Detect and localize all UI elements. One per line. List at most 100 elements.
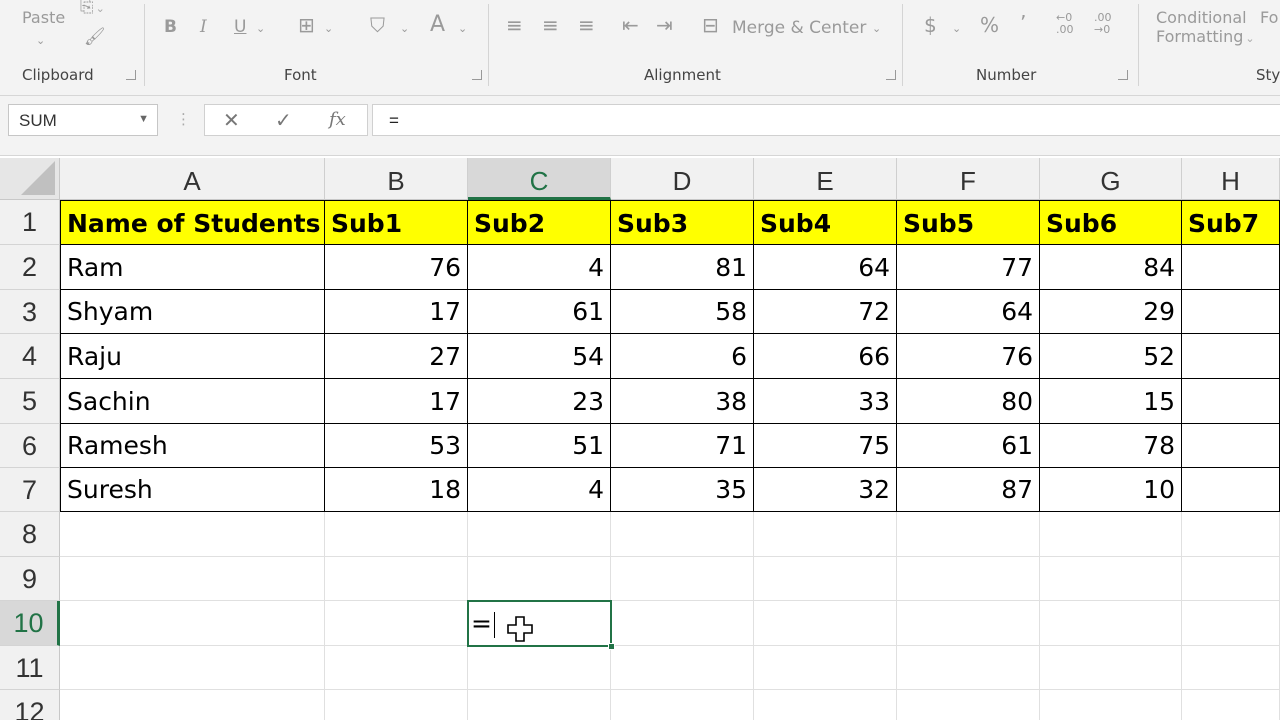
row-header-9[interactable]: 9	[0, 557, 60, 601]
percent-button[interactable]: %	[980, 14, 999, 36]
cell-d3[interactable]: 58	[611, 290, 754, 334]
cell-c2[interactable]: 4	[468, 245, 611, 290]
active-cell-editor[interactable]: =	[467, 600, 615, 650]
underline-dropdown-icon[interactable]: ⌄	[256, 18, 265, 40]
cell-h3[interactable]	[1182, 290, 1280, 334]
cell-c9[interactable]	[468, 557, 611, 601]
row-header-3[interactable]: 3	[0, 290, 60, 334]
cell-c6[interactable]: 51	[468, 424, 611, 468]
currency-button[interactable]: $	[924, 14, 937, 36]
cell-e4[interactable]: 66	[754, 334, 897, 379]
cell-a9[interactable]	[60, 557, 325, 601]
formula-input[interactable]: =	[372, 104, 1280, 136]
cell-c5[interactable]: 23	[468, 379, 611, 424]
cell-a5[interactable]: Sachin	[60, 379, 325, 424]
cell-d2[interactable]: 81	[611, 245, 754, 290]
cell-e11[interactable]	[754, 646, 897, 690]
cell-b2[interactable]: 76	[325, 245, 468, 290]
row-header-1[interactable]: 1	[0, 200, 60, 245]
row-header-12[interactable]: 12	[0, 690, 60, 720]
format-as-table-button[interactable]: Fo	[1260, 8, 1278, 27]
fill-color-dropdown-icon[interactable]: ⌄	[400, 18, 409, 40]
cell-f5[interactable]: 80	[897, 379, 1040, 424]
conditional-formatting-button[interactable]: Conditional Formatting ⌄	[1156, 8, 1255, 46]
column-header-b[interactable]: B	[325, 158, 468, 200]
insert-function-icon[interactable]: fx	[329, 109, 346, 130]
cell-c8[interactable]	[468, 512, 611, 557]
name-box[interactable]: SUM ▼	[8, 104, 158, 136]
clipboard-launcher-icon[interactable]	[126, 70, 136, 80]
cancel-icon[interactable]: ✕	[223, 108, 240, 132]
cell-d5[interactable]: 38	[611, 379, 754, 424]
font-color-dropdown-icon[interactable]: ⌄	[458, 18, 467, 40]
column-header-d[interactable]: D	[611, 158, 754, 200]
row-header-7[interactable]: 7	[0, 468, 60, 512]
cell-a6[interactable]: Ramesh	[60, 424, 325, 468]
cell-a3[interactable]: Shyam	[60, 290, 325, 334]
italic-button[interactable]: I	[200, 16, 207, 38]
cell-c4[interactable]: 54	[468, 334, 611, 379]
row-header-6[interactable]: 6	[0, 424, 60, 468]
cell-a11[interactable]	[60, 646, 325, 690]
cell-g10[interactable]	[1040, 601, 1182, 646]
row-header-4[interactable]: 4	[0, 334, 60, 379]
cell-e2[interactable]: 64	[754, 245, 897, 290]
cell-g2[interactable]: 84	[1040, 245, 1182, 290]
cell-d10[interactable]	[611, 601, 754, 646]
cell-d1[interactable]: Sub3	[611, 200, 754, 245]
cell-c3[interactable]: 61	[468, 290, 611, 334]
cell-h8[interactable]	[1182, 512, 1280, 557]
cell-b6[interactable]: 53	[325, 424, 468, 468]
cell-b12[interactable]	[325, 690, 468, 720]
cell-a10[interactable]	[60, 601, 325, 646]
cell-a7[interactable]: Suresh	[60, 468, 325, 512]
increase-decimal-icon[interactable]: ←0.00	[1056, 12, 1074, 36]
cell-b10[interactable]	[325, 601, 468, 646]
column-header-h[interactable]: H	[1182, 158, 1280, 200]
paste-button[interactable]: Paste	[22, 8, 65, 27]
cell-b11[interactable]	[325, 646, 468, 690]
cell-d8[interactable]	[611, 512, 754, 557]
copy-icon[interactable]: ⎘ ⌄	[80, 0, 105, 20]
column-header-c[interactable]: C	[468, 158, 611, 200]
comma-style-button[interactable]: ’	[1020, 12, 1026, 34]
underline-button[interactable]: U	[234, 16, 246, 38]
cell-a12[interactable]	[60, 690, 325, 720]
borders-dropdown-icon[interactable]: ⌄	[324, 18, 333, 40]
row-header-2[interactable]: 2	[0, 245, 60, 290]
cell-e7[interactable]: 32	[754, 468, 897, 512]
cell-f12[interactable]	[897, 690, 1040, 720]
cell-b3[interactable]: 17	[325, 290, 468, 334]
merge-dropdown-icon[interactable]: ⌄	[872, 18, 881, 40]
cell-f6[interactable]: 61	[897, 424, 1040, 468]
merge-center-icon[interactable]: ⊟	[702, 14, 719, 36]
cell-f2[interactable]: 77	[897, 245, 1040, 290]
fill-color-icon[interactable]: ⛉	[370, 14, 385, 36]
cell-h12[interactable]	[1182, 690, 1280, 720]
align-right-icon[interactable]: ≡	[578, 14, 595, 36]
alignment-launcher-icon[interactable]	[886, 70, 896, 80]
fill-handle[interactable]	[608, 643, 615, 650]
cell-f8[interactable]	[897, 512, 1040, 557]
cell-e1[interactable]: Sub4	[754, 200, 897, 245]
column-header-f[interactable]: F	[897, 158, 1040, 200]
cell-c12[interactable]	[468, 690, 611, 720]
cell-e10[interactable]	[754, 601, 897, 646]
cell-f1[interactable]: Sub5	[897, 200, 1040, 245]
cell-e5[interactable]: 33	[754, 379, 897, 424]
row-header-11[interactable]: 11	[0, 646, 60, 690]
formula-bar-grip-icon[interactable]: ⋮	[176, 110, 191, 128]
column-header-a[interactable]: A	[60, 158, 325, 200]
cell-g3[interactable]: 29	[1040, 290, 1182, 334]
borders-icon[interactable]: ⊞	[298, 14, 315, 36]
font-color-button[interactable]: A	[430, 14, 445, 36]
number-launcher-icon[interactable]	[1118, 70, 1128, 80]
align-center-icon[interactable]: ≡	[542, 14, 559, 36]
cell-d7[interactable]: 35	[611, 468, 754, 512]
cell-b9[interactable]	[325, 557, 468, 601]
cell-g7[interactable]: 10	[1040, 468, 1182, 512]
cell-h10[interactable]	[1182, 601, 1280, 646]
cell-d4[interactable]: 6	[611, 334, 754, 379]
font-launcher-icon[interactable]	[472, 70, 482, 80]
cell-d12[interactable]	[611, 690, 754, 720]
